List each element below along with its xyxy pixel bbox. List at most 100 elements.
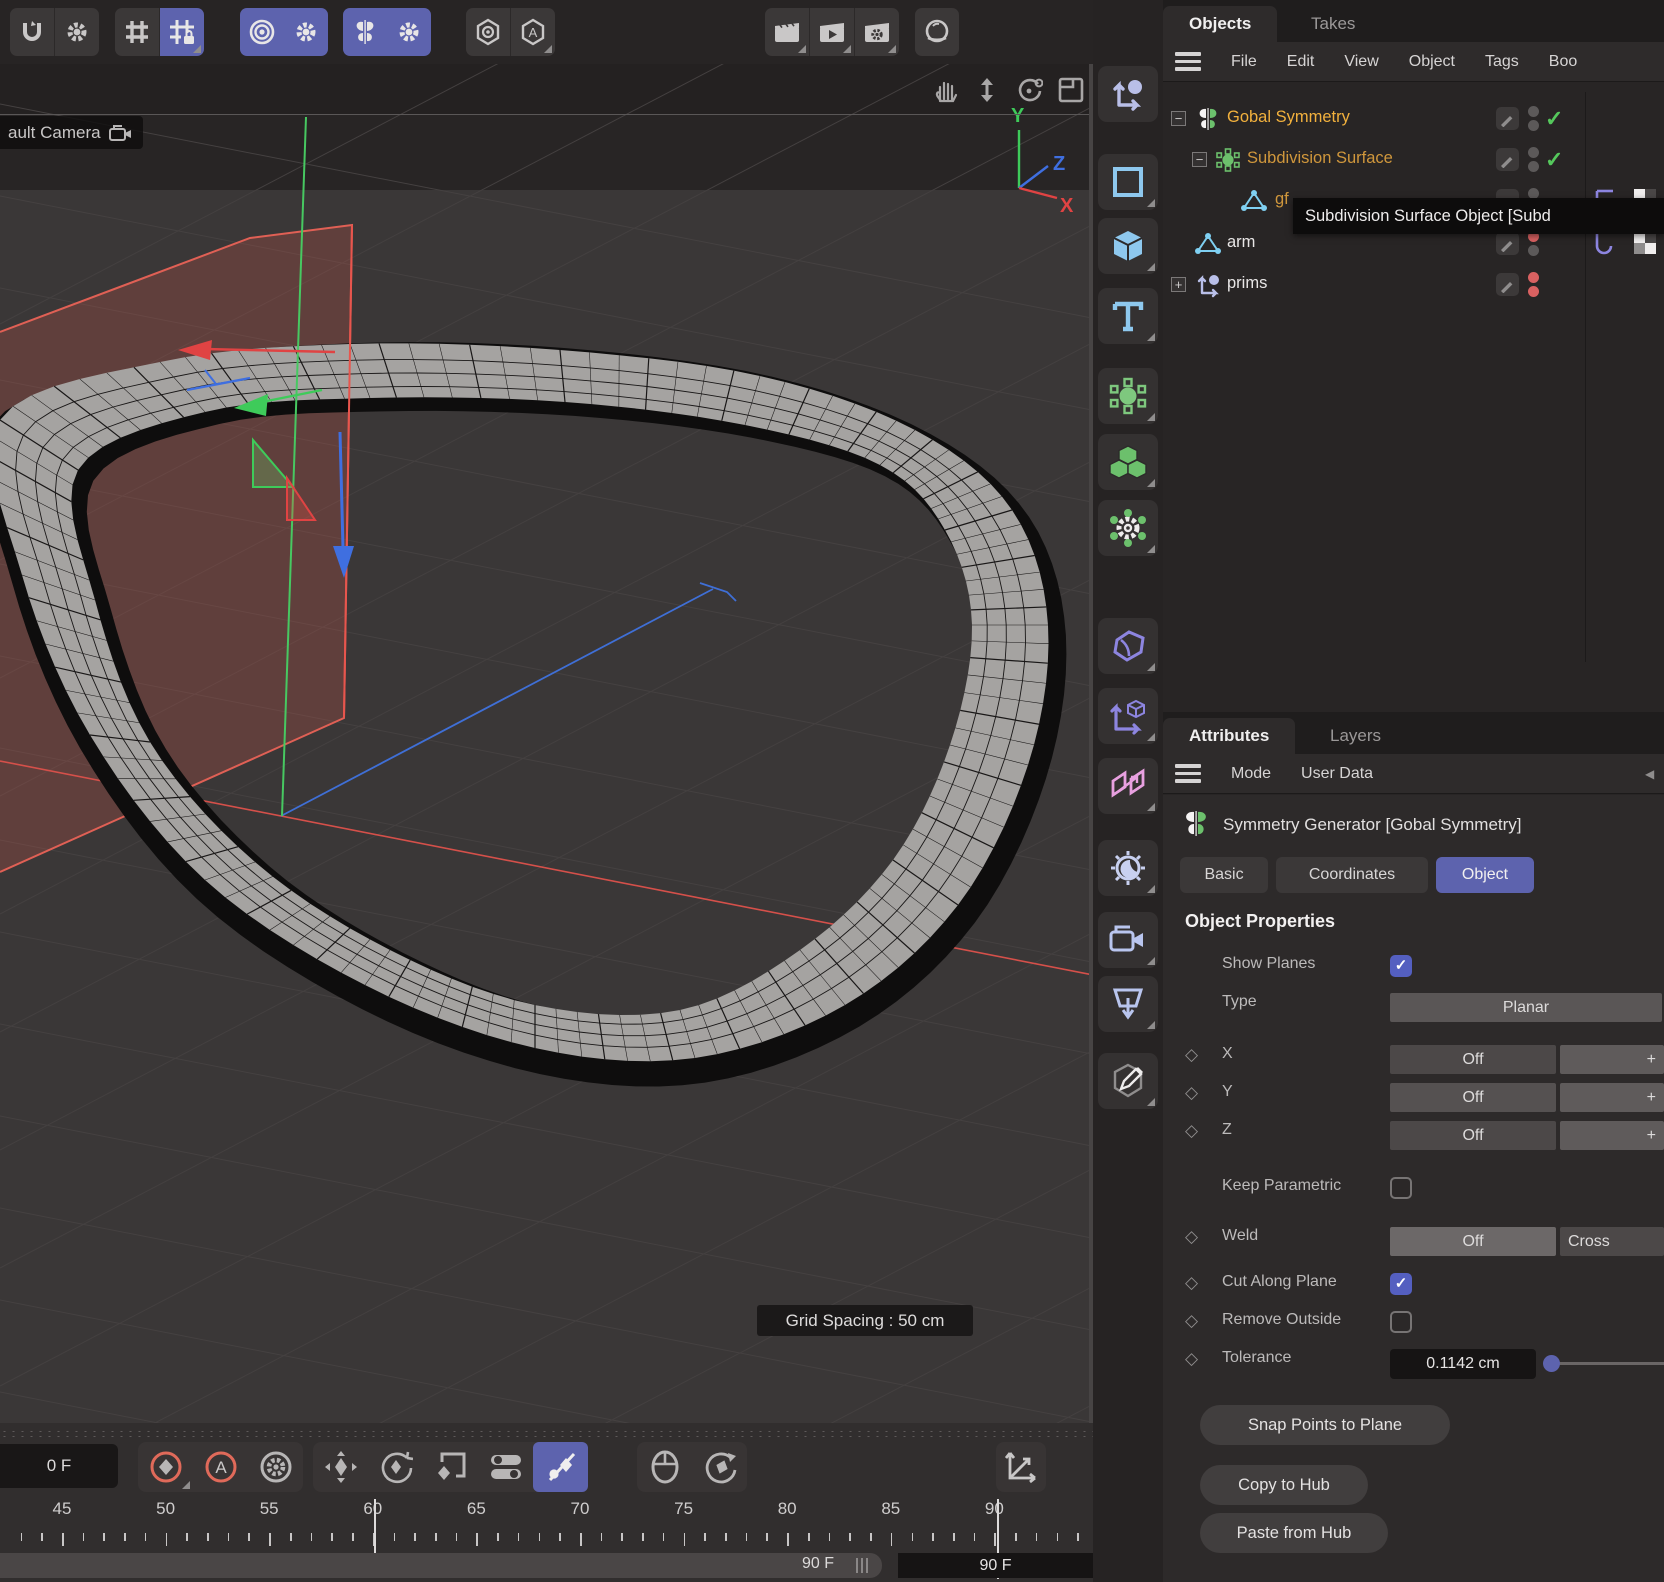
tolerance-slider-knob[interactable] xyxy=(1543,1355,1560,1372)
menu-mode[interactable]: Mode xyxy=(1231,765,1271,783)
current-frame-field[interactable]: 0 F xyxy=(0,1444,118,1488)
keyframe-diamond[interactable]: ◇ xyxy=(1185,1121,1198,1141)
spline-object-button[interactable] xyxy=(1098,154,1158,210)
keyframe-diamond[interactable]: ◇ xyxy=(1185,1349,1198,1369)
primitive-cube-button[interactable] xyxy=(1098,218,1158,274)
visibility-dots[interactable] xyxy=(1528,269,1540,300)
snap-options-button[interactable] xyxy=(55,8,99,56)
x-plus-button[interactable]: + xyxy=(1560,1045,1664,1074)
keep-parametric-checkbox[interactable] xyxy=(1390,1177,1412,1199)
toggle-layout-button[interactable] xyxy=(1056,75,1086,105)
menu-bookmarks[interactable]: Boo xyxy=(1549,53,1577,71)
annotate-button[interactable] xyxy=(1098,1053,1158,1109)
key-pla-off-button[interactable] xyxy=(533,1442,588,1492)
snap-settings-button[interactable] xyxy=(10,8,54,56)
camera-object-button[interactable] xyxy=(1098,912,1158,968)
stage-object-button[interactable] xyxy=(1098,976,1158,1032)
pan-view-button[interactable] xyxy=(930,75,960,105)
snap-points-to-plane-button[interactable]: Snap Points to Plane xyxy=(1200,1405,1450,1445)
timeline-marker-60[interactable] xyxy=(374,1499,376,1555)
tab-coordinates[interactable]: Coordinates xyxy=(1276,857,1428,893)
deformer-button[interactable] xyxy=(1098,618,1158,674)
collapse-expander[interactable]: − xyxy=(1192,152,1207,167)
tolerance-slider-track[interactable] xyxy=(1547,1362,1664,1365)
text-object-button[interactable] xyxy=(1098,288,1158,344)
field-button[interactable] xyxy=(1098,758,1158,814)
object-label[interactable]: Gobal Symmetry xyxy=(1227,108,1350,127)
remove-outside-checkbox[interactable] xyxy=(1390,1311,1412,1333)
tree-row-subdivision-surface[interactable]: − Subdivision Surface ✓ xyxy=(1163,139,1664,180)
axis-mode-button[interactable]: A xyxy=(511,8,555,56)
fcurve-button[interactable] xyxy=(996,1442,1046,1492)
view-filter-button[interactable] xyxy=(466,8,510,56)
subdivision-surface-button[interactable] xyxy=(1098,368,1158,424)
tab-takes[interactable]: Takes xyxy=(1311,6,1355,42)
x-mode-button[interactable]: Off xyxy=(1390,1045,1556,1074)
type-dropdown[interactable]: Planar xyxy=(1390,993,1662,1022)
tolerance-input[interactable]: 0.1142 cm xyxy=(1390,1349,1536,1379)
keyframe-diamond[interactable]: ◇ xyxy=(1185,1273,1198,1293)
cloner-button[interactable] xyxy=(1098,500,1158,556)
timeline-ruler[interactable] xyxy=(0,1527,1093,1553)
array-generator-button[interactable] xyxy=(1098,434,1158,490)
cut-along-plane-checkbox[interactable]: ✓ xyxy=(1390,1273,1412,1295)
render-settings-button[interactable] xyxy=(855,8,899,56)
section-title[interactable]: Object Properties xyxy=(1185,911,1335,932)
menu-edit[interactable]: Edit xyxy=(1287,53,1315,71)
keyframe-diamond[interactable]: ◇ xyxy=(1185,1227,1198,1247)
show-planes-checkbox[interactable]: ✓ xyxy=(1390,955,1412,977)
render-view-button[interactable] xyxy=(765,8,809,56)
record-keyframe-button[interactable] xyxy=(138,1442,193,1492)
keyframe-diamond[interactable]: ◇ xyxy=(1185,1083,1198,1103)
menu-view[interactable]: View xyxy=(1344,53,1378,71)
viewport-splitter[interactable] xyxy=(1089,64,1093,1423)
panel-back-arrow[interactable]: ◀ xyxy=(1645,767,1654,781)
layer-toggle[interactable] xyxy=(1496,273,1519,296)
layer-toggle[interactable] xyxy=(1496,148,1519,171)
y-plus-button[interactable]: + xyxy=(1560,1083,1664,1112)
timeline-drag-handle[interactable] xyxy=(0,1429,1093,1437)
quantize-lock-button[interactable] xyxy=(160,8,204,56)
tab-attributes[interactable]: Attributes xyxy=(1163,718,1295,754)
menu-tags[interactable]: Tags xyxy=(1485,53,1519,71)
enabled-check[interactable]: ✓ xyxy=(1545,147,1563,173)
tab-objects[interactable]: Objects xyxy=(1163,6,1277,42)
menu-file[interactable]: File xyxy=(1231,53,1257,71)
menu-object[interactable]: Object xyxy=(1409,53,1455,71)
z-plus-button[interactable]: + xyxy=(1560,1121,1664,1150)
environment-button[interactable] xyxy=(1098,840,1158,896)
enabled-check[interactable]: ✓ xyxy=(1545,106,1563,132)
mouse-record-button[interactable] xyxy=(637,1442,692,1492)
render-to-picture-viewer-button[interactable] xyxy=(810,8,854,56)
autokey-button[interactable]: A xyxy=(193,1442,248,1492)
document-end-field[interactable]: 90 F xyxy=(898,1553,1093,1578)
layer-toggle[interactable] xyxy=(1496,107,1519,130)
range-grip[interactable] xyxy=(856,1558,868,1573)
3d-viewport[interactable]: YZX xyxy=(0,64,1093,1423)
attributes-menu-icon[interactable] xyxy=(1175,760,1201,787)
instance-button[interactable] xyxy=(1098,688,1158,744)
camera-label[interactable]: ault Camera xyxy=(0,116,143,149)
grid-button[interactable] xyxy=(115,8,159,56)
collapse-expander[interactable]: − xyxy=(1171,111,1186,126)
paste-from-hub-button[interactable]: Paste from Hub xyxy=(1200,1513,1388,1553)
target-mode-button[interactable] xyxy=(240,8,284,56)
copy-to-hub-button[interactable]: Copy to Hub xyxy=(1200,1465,1368,1505)
expand-expander[interactable]: + xyxy=(1171,277,1186,292)
tab-basic[interactable]: Basic xyxy=(1180,857,1268,893)
motion-record-button[interactable] xyxy=(692,1442,747,1492)
visibility-dots[interactable] xyxy=(1528,103,1540,134)
object-label[interactable]: Subdivision Surface xyxy=(1247,149,1393,168)
target-options-button[interactable] xyxy=(284,8,328,56)
objects-menu-icon[interactable] xyxy=(1175,48,1201,75)
timeline-numbers[interactable]: 45505560657075808590 xyxy=(0,1499,1093,1523)
object-label[interactable]: arm xyxy=(1227,233,1255,252)
object-label[interactable]: prims xyxy=(1227,274,1267,293)
key-rotation-button[interactable] xyxy=(368,1442,423,1492)
keyframe-diamond[interactable]: ◇ xyxy=(1185,1045,1198,1065)
y-mode-button[interactable]: Off xyxy=(1390,1083,1556,1112)
rotate-view-button[interactable] xyxy=(1014,75,1044,105)
keyframe-diamond[interactable]: ◇ xyxy=(1185,1311,1198,1331)
weld-cross-button[interactable]: Cross xyxy=(1560,1227,1664,1256)
symmetry-options-button[interactable] xyxy=(387,8,431,56)
